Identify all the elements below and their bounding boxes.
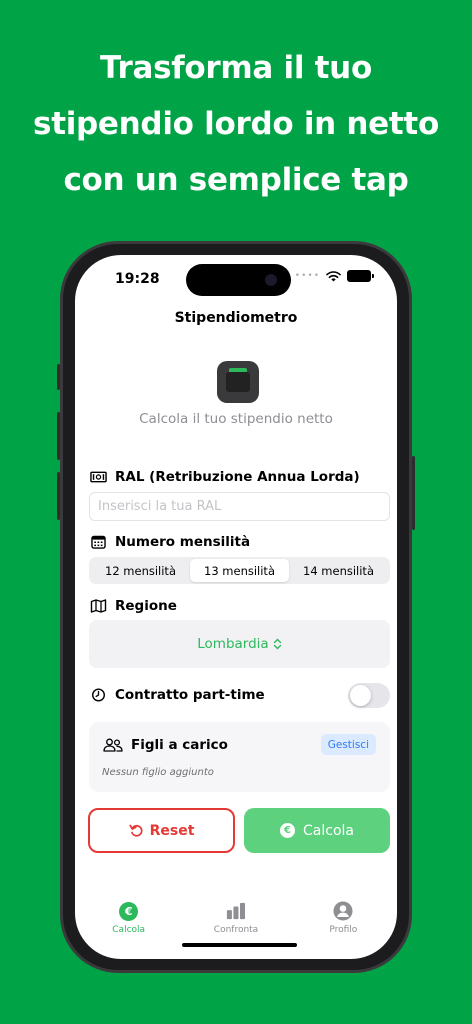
mensilita-option-14[interactable]: 14 mensilità xyxy=(289,559,388,582)
euro-coin-icon: € xyxy=(280,823,295,838)
mensilita-label: Numero mensilità xyxy=(115,534,251,550)
ral-label: RAL (Retribuzione Annua Lorda) xyxy=(115,469,360,485)
mensilita-label-row: Numero mensilità xyxy=(90,534,250,550)
headline-line-3: con un semplice tap xyxy=(63,162,409,198)
calcola-label: Calcola xyxy=(303,822,354,839)
home-indicator xyxy=(182,943,297,947)
calcola-button[interactable]: € Calcola xyxy=(244,808,390,853)
mensilita-segmented-control: 12 mensilità 13 mensilità 14 mensilità xyxy=(89,557,390,584)
mensilita-option-12[interactable]: 12 mensilità xyxy=(91,559,190,582)
power-button xyxy=(412,456,415,530)
tab-profilo-label: Profilo xyxy=(329,925,358,935)
figli-title-row: Figli a carico xyxy=(103,737,228,753)
signal-dots-icon: •••• xyxy=(294,271,320,281)
promo-headline: Trasforma il tuo stipendio lordo in nett… xyxy=(0,40,472,208)
status-icons: •••• xyxy=(294,270,374,282)
figli-empty-text: Nessun figlio aggiunto xyxy=(102,767,214,778)
headline-line-2: stipendio lordo in netto xyxy=(33,106,439,142)
part-time-label-row: Contratto part-time xyxy=(90,687,265,703)
volume-up-button xyxy=(57,412,60,460)
wifi-icon xyxy=(326,270,341,281)
part-time-label: Contratto part-time xyxy=(115,687,265,703)
map-icon xyxy=(90,599,107,613)
mensilita-option-13[interactable]: 13 mensilità xyxy=(190,559,289,582)
person-icon xyxy=(333,901,353,921)
tab-profilo[interactable]: Profilo xyxy=(290,901,397,941)
calendar-icon xyxy=(91,535,106,549)
chevron-up-down-icon xyxy=(273,638,281,650)
phone-frame: 19:28 •••• Stipendiometro Calcola il tuo… xyxy=(57,241,415,973)
regione-value: Lombardia xyxy=(197,636,269,652)
headline-line-1: Trasforma il tuo xyxy=(100,50,372,86)
euro-icon: € xyxy=(119,901,139,921)
hero-subtitle: Calcola il tuo stipendio netto xyxy=(139,411,333,427)
reset-arrow-icon xyxy=(128,824,143,837)
part-time-toggle[interactable] xyxy=(348,683,390,708)
regione-label-row: Regione xyxy=(90,598,177,614)
ral-label-row: RAL (Retribuzione Annua Lorda) xyxy=(90,469,360,485)
people-icon xyxy=(103,738,123,752)
ral-input[interactable] xyxy=(89,492,390,521)
money-envelope-icon xyxy=(217,361,259,403)
tab-confronta-label: Confronta xyxy=(213,925,259,935)
battery-icon xyxy=(347,270,374,282)
status-time: 19:28 xyxy=(115,271,160,287)
mute-switch xyxy=(57,364,60,390)
reset-label: Reset xyxy=(149,822,195,839)
gestisci-button[interactable]: Gestisci xyxy=(320,734,376,755)
reset-button[interactable]: Reset xyxy=(88,808,235,853)
bar-chart-icon xyxy=(226,902,245,920)
clock-icon xyxy=(92,688,105,702)
camera-icon xyxy=(265,274,277,286)
dynamic-island xyxy=(186,264,291,296)
toggle-knob xyxy=(350,685,371,706)
phone-screen: 19:28 •••• Stipendiometro Calcola il tuo… xyxy=(75,255,397,959)
volume-down-button xyxy=(57,472,60,520)
figli-label: Figli a carico xyxy=(131,737,228,753)
tab-bar: € Calcola Confronta Profilo xyxy=(75,901,397,941)
regione-label: Regione xyxy=(115,598,177,614)
figli-card: Figli a carico Gestisci Nessun figlio ag… xyxy=(89,722,390,792)
tab-confronta[interactable]: Confronta xyxy=(182,901,289,941)
banknote-icon xyxy=(90,471,107,483)
regione-picker[interactable]: Lombardia xyxy=(89,620,390,668)
tab-calcola-label: Calcola xyxy=(112,925,146,935)
nav-title: Stipendiometro xyxy=(174,310,298,326)
tab-calcola[interactable]: € Calcola xyxy=(75,901,182,941)
